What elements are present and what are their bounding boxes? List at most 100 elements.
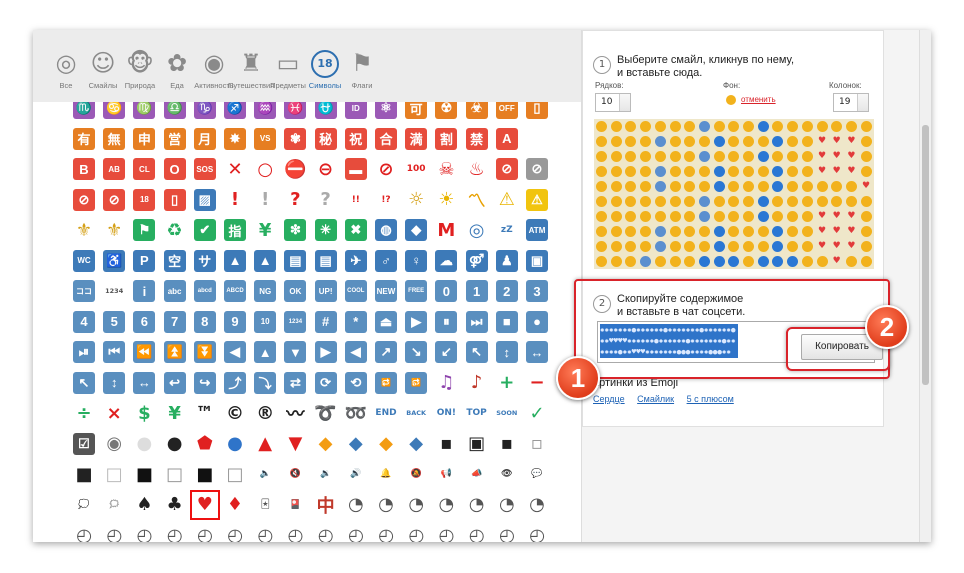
emoji-cell[interactable]: ⟲ <box>343 370 369 396</box>
emoji-cell[interactable]: ◴ <box>464 522 490 543</box>
heart-icon[interactable]: ♥ <box>831 166 842 177</box>
sun-icon[interactable] <box>596 226 607 237</box>
emoji-cell[interactable]: # <box>313 309 339 335</box>
blue-ball-icon[interactable] <box>772 241 784 252</box>
emoji-cell[interactable]: ◴ <box>131 522 157 543</box>
link-heart[interactable]: Сердце <box>593 394 625 404</box>
emoji-cell[interactable]: ⏬ <box>192 339 218 365</box>
emoji-cell[interactable]: ♥ <box>189 489 220 520</box>
sun-icon[interactable] <box>625 211 637 222</box>
sun-icon[interactable] <box>640 181 652 192</box>
emoji-cell[interactable]: ◴ <box>252 522 278 543</box>
emoji-cell[interactable]: ◉ <box>101 431 127 457</box>
emoji-cell[interactable]: ◔ <box>524 492 550 518</box>
emoji-cell[interactable]: ♎ <box>162 102 188 121</box>
blue-ball-icon[interactable] <box>772 166 784 177</box>
sun-icon[interactable] <box>610 151 622 162</box>
sun-icon[interactable] <box>743 166 754 177</box>
sun-icon[interactable] <box>684 166 696 177</box>
sun-icon[interactable] <box>684 241 696 252</box>
emoji-cell[interactable]: WC <box>71 248 97 274</box>
emoji-cell[interactable]: ♍ <box>131 102 157 121</box>
emoji-cell[interactable]: ♒ <box>252 102 278 121</box>
emoji-cell[interactable]: ▪ <box>494 431 520 457</box>
sun-icon[interactable] <box>757 181 769 192</box>
emoji-cell[interactable]: ☑ <box>71 431 97 457</box>
emoji-cell[interactable]: 🔈 <box>252 461 278 487</box>
emoji-cell[interactable]: ♏ <box>71 102 97 121</box>
emoji-cell[interactable]: ✓ <box>524 400 550 426</box>
emoji-cell[interactable]: ⚠ <box>494 187 520 213</box>
emoji-cell[interactable]: ▶ <box>313 339 339 365</box>
emoji-cell[interactable]: ON! <box>433 400 459 426</box>
emoji-cell[interactable]: 🔇 <box>282 461 308 487</box>
emoji-cell[interactable]: ⊘ <box>494 156 520 182</box>
globe-icon[interactable] <box>654 241 666 252</box>
emoji-cell[interactable]: ◴ <box>222 522 248 543</box>
emoji-cell[interactable]: ¥ <box>252 217 278 243</box>
sun-icon[interactable] <box>787 196 799 207</box>
sun-icon[interactable] <box>772 196 784 207</box>
sun-icon[interactable] <box>816 121 828 132</box>
emoji-cell[interactable]: ↖ <box>464 339 490 365</box>
emoji-cell[interactable]: ◴ <box>101 522 127 543</box>
sun-icon[interactable] <box>610 241 622 252</box>
sun-icon[interactable] <box>610 211 622 222</box>
emoji-cell[interactable]: ◴ <box>343 522 369 543</box>
sun-icon[interactable] <box>654 121 666 132</box>
sun-icon[interactable] <box>610 166 622 177</box>
sun-icon[interactable] <box>845 196 857 207</box>
emoji-cell[interactable]: + <box>494 370 520 396</box>
sun-icon[interactable] <box>713 196 725 207</box>
emoji-cell[interactable]: ↗ <box>373 339 399 365</box>
blue-ball-icon[interactable] <box>772 136 784 147</box>
sun-icon[interactable] <box>860 196 872 207</box>
sun-icon[interactable] <box>787 166 799 177</box>
emoji-cell[interactable]: 💬 <box>524 461 550 487</box>
emoji-cell[interactable]: ↙ <box>433 339 459 365</box>
page-scrollbar[interactable] <box>919 30 931 542</box>
emoji-cell[interactable]: ◔ <box>433 492 459 518</box>
emoji-cell[interactable]: ● <box>524 309 550 335</box>
sun-icon[interactable] <box>860 151 872 162</box>
sun-icon[interactable] <box>610 256 622 267</box>
emoji-cell[interactable]: ○ <box>252 156 278 182</box>
emoji-cell[interactable]: ⚑ <box>131 217 157 243</box>
emoji-cell[interactable]: 5 <box>101 309 127 335</box>
emoji-cell[interactable]: abc <box>162 278 188 304</box>
emoji-cell[interactable]: ↪ <box>192 370 218 396</box>
emoji-cell[interactable]: ▲ <box>252 431 278 457</box>
emoji-cell[interactable]: サ <box>192 248 218 274</box>
blue-ball-icon[interactable] <box>757 196 769 207</box>
emoji-cell[interactable]: □ <box>222 461 248 487</box>
emoji-cell[interactable]: ? <box>282 187 308 213</box>
sun-icon[interactable] <box>669 256 681 267</box>
emoji-cell[interactable]: ⊘ <box>373 156 399 182</box>
emoji-cell[interactable]: ● <box>222 431 248 457</box>
sun-icon[interactable] <box>757 166 769 177</box>
emoji-cell[interactable]: 🔂 <box>403 370 429 396</box>
background-sun-icon[interactable] <box>726 95 736 105</box>
sun-icon[interactable] <box>684 181 696 192</box>
sun-icon[interactable] <box>669 226 681 237</box>
emoji-cell[interactable]: M <box>433 217 459 243</box>
emoji-cell[interactable]: ◴ <box>71 522 97 543</box>
sun-icon[interactable] <box>743 211 754 222</box>
heart-icon[interactable]: ♥ <box>846 166 857 177</box>
sun-icon[interactable] <box>625 166 637 177</box>
emoji-cell[interactable]: − <box>524 370 550 396</box>
emoji-cell[interactable]: ⏸ <box>433 309 459 335</box>
sun-icon[interactable] <box>728 151 740 162</box>
sun-icon[interactable] <box>860 211 872 222</box>
emoji-cell[interactable]: 📢 <box>433 461 459 487</box>
emoji-cell[interactable]: CL <box>131 156 157 182</box>
heart-icon[interactable]: ♥ <box>817 211 828 222</box>
emoji-cell[interactable]: ▲ <box>222 248 248 274</box>
emoji-cell[interactable]: ◴ <box>403 522 429 543</box>
emoji-cell[interactable]: ⊘ <box>524 156 550 182</box>
emoji-cell[interactable]: ↘ <box>403 339 429 365</box>
emoji-cell[interactable]: × <box>101 400 127 426</box>
emoji-cell[interactable]: ▪ <box>433 431 459 457</box>
sun-icon[interactable] <box>772 151 784 162</box>
sun-icon[interactable] <box>801 151 813 162</box>
